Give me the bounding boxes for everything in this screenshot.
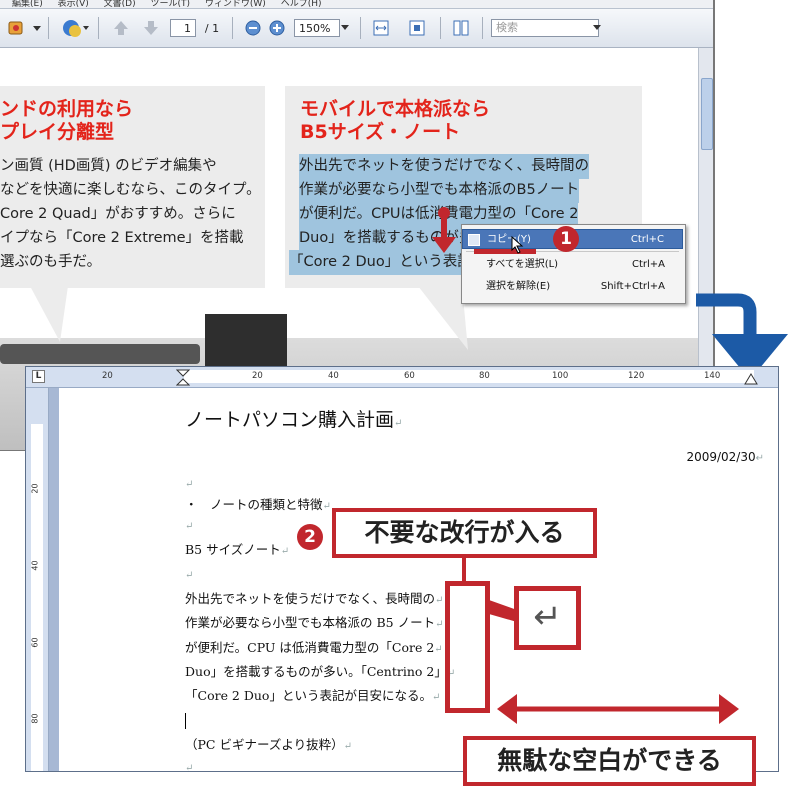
search-dropdown-icon[interactable] <box>592 18 602 38</box>
toolbar-separator <box>440 17 441 39</box>
page-total-label: / 1 <box>204 21 220 35</box>
zoom-out-button[interactable] <box>244 18 262 38</box>
body-line[interactable]: 作業が必要なら小型でも本格派の B5 ノート↵ <box>185 613 443 635</box>
toolbar-separator <box>360 17 361 39</box>
indent-marker-icon[interactable] <box>176 369 190 386</box>
left-panel-line: Core 2 Quad」がおすすめ。さらに <box>0 206 236 222</box>
collaborate-button[interactable] <box>60 18 90 38</box>
source-note[interactable]: （PC ビギナーズより抜粋）↵ <box>185 735 352 757</box>
menu-help[interactable]: ヘルプ(H) <box>281 0 322 8</box>
callout-connector <box>462 558 466 582</box>
body-line[interactable]: が便利だ。CPU は低消費電力型の「Core 2↵ <box>185 638 443 660</box>
double-arrow <box>497 694 739 724</box>
selected-text-line[interactable]: 外出先でネットを使うだけでなく、長時間の <box>299 154 589 179</box>
document-subheading[interactable]: B5 サイズノート↵ <box>185 540 289 562</box>
speech-tail-left <box>30 286 68 342</box>
step1-pointer <box>432 207 536 254</box>
previous-page-button[interactable] <box>110 18 132 38</box>
left-panel-title-2: プレイ分離型 <box>0 121 115 143</box>
file-tools-icon <box>8 21 41 35</box>
body-line[interactable]: 外出先でネットを使うだけでなく、長時間の↵ <box>185 589 443 611</box>
scrollbar-thumb[interactable] <box>701 78 713 150</box>
document-title[interactable]: ノートパソコン購入計画↵ <box>185 407 402 437</box>
right-panel-title-1: モバイルで本格派なら <box>300 98 491 120</box>
chevron-down-icon[interactable] <box>340 18 350 38</box>
document-heading[interactable]: ・ ノートの種類と特徴↵ <box>185 495 331 517</box>
vertical-ruler[interactable]: 20 40 60 80 <box>26 388 49 771</box>
empty-paragraph[interactable]: ↵ <box>185 517 193 537</box>
toolbar-separator <box>98 17 99 39</box>
arrow-up-icon <box>114 21 128 35</box>
left-panel-line: イプなら「Core 2 Extreme」を搭載 <box>0 230 244 246</box>
menu-view[interactable]: 表示(V) <box>58 0 89 8</box>
body-line[interactable]: Duo」を搭載するものが多い。「Centrino 2」↵ <box>185 662 455 684</box>
two-page-view-button[interactable] <box>450 18 472 38</box>
ruler-tick: 120 <box>628 371 645 381</box>
body-line[interactable]: 「Core 2 Duo」という表記が目安になる。↵ <box>185 686 440 708</box>
left-panel-line: 選ぶのも手だ。 <box>0 254 102 270</box>
page-number-input[interactable]: 1 <box>170 19 196 37</box>
page-margin-shade <box>49 388 59 771</box>
ruler-tick: 100 <box>552 371 569 381</box>
left-info-panel: ンドの利用なら プレイ分離型 ン画質 (HD画質) のビデオ編集や などを快適に… <box>0 86 265 288</box>
return-mark-zoom: ↵ <box>514 586 581 650</box>
two-page-icon <box>453 20 469 36</box>
tab-selector[interactable]: L <box>32 370 45 383</box>
laptop-image <box>0 344 200 364</box>
menu-window[interactable]: ウィンドウ(W) <box>205 0 266 8</box>
toolbar-separator <box>482 17 483 39</box>
left-panel-line: ン画質 (HD画質) のビデオ編集や <box>0 158 217 174</box>
zoom-in-icon <box>269 20 285 36</box>
ruler-tick: 80 <box>479 371 490 381</box>
ruler-tick: 20 <box>252 371 263 381</box>
zoom-out-icon <box>245 20 261 36</box>
text-cursor[interactable] <box>185 710 186 730</box>
menu-bar: 編集(E) 表示(V) 文書(D) ツール(T) ウィンドウ(W) ヘルプ(H) <box>0 0 713 9</box>
left-panel-title-1: ンドの利用なら <box>0 98 134 120</box>
horizontal-ruler[interactable]: L 20 20 40 60 80 100 120 140 <box>26 367 778 388</box>
empty-paragraph[interactable]: ↵ <box>185 566 193 586</box>
selected-text-line[interactable]: 作業が必要なら小型でも本格派のB5ノート <box>299 178 580 203</box>
pc-tower-image <box>205 314 287 374</box>
vruler-tick: 60 <box>30 637 40 648</box>
search-input[interactable]: 検索 <box>491 19 599 37</box>
zoom-in-button[interactable] <box>268 18 286 38</box>
newline-highlight-box <box>445 581 490 713</box>
empty-paragraph[interactable]: ↵ <box>185 759 193 771</box>
right-panel-title-2: B5サイズ・ノート <box>300 121 461 143</box>
toolbar-separator <box>232 17 233 39</box>
callout-unnecessary-newline: 不要な改行が入る <box>332 508 597 558</box>
collaborate-icon <box>63 20 89 37</box>
fit-width-button[interactable] <box>370 18 392 38</box>
fit-page-icon <box>409 20 425 36</box>
step2-badge: 2 <box>297 524 323 550</box>
ruler-tick: 60 <box>404 371 415 381</box>
next-page-button[interactable] <box>140 18 162 38</box>
menu-tools[interactable]: ツール(T) <box>150 0 190 8</box>
ruler-tick: 20 <box>102 371 113 381</box>
vruler-tick: 40 <box>30 560 40 571</box>
toolbar-separator <box>48 17 49 39</box>
menu-edit[interactable]: 編集(E) <box>12 0 43 8</box>
fit-width-icon <box>373 20 389 36</box>
toolbar: 1 / 1 150% 検索 <box>0 9 713 48</box>
ruler-tick: 40 <box>328 371 339 381</box>
step1-badge: 1 <box>553 226 579 252</box>
document-date[interactable]: 2009/02/30↵ <box>686 447 764 469</box>
fit-page-button[interactable] <box>406 18 428 38</box>
vruler-tick: 80 <box>30 713 40 724</box>
zoom-level-select[interactable]: 150% <box>294 19 340 37</box>
mouse-cursor-icon <box>511 236 524 254</box>
vruler-tick: 20 <box>30 483 40 494</box>
right-indent-icon[interactable] <box>744 373 758 385</box>
empty-paragraph[interactable]: ↵ <box>185 475 193 495</box>
left-panel-line: などを快適に楽しむなら、このタイプ。 <box>0 182 261 198</box>
ruler-text-area <box>184 370 754 383</box>
menu-item-deselect[interactable]: 選択を解除(E) Shift+Ctrl+A <box>462 277 683 297</box>
callout-wasted-space: 無駄な空白ができる <box>463 736 756 786</box>
arrow-down-icon <box>144 21 158 35</box>
menu-document[interactable]: 文書(D) <box>104 0 136 8</box>
ruler-tick: 140 <box>704 371 721 381</box>
file-tools-button[interactable] <box>6 18 42 38</box>
